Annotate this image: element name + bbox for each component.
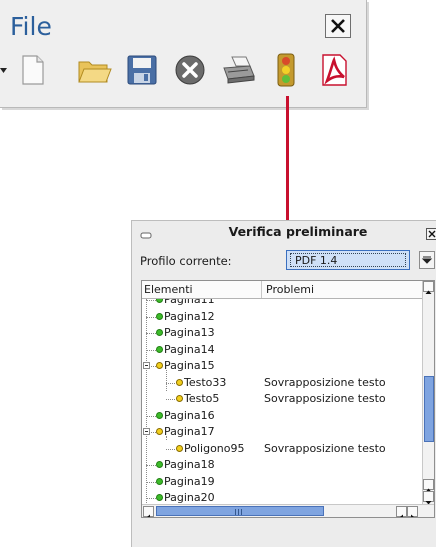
grip-line	[241, 509, 242, 515]
horizontal-scrollbar[interactable]	[142, 504, 434, 517]
tree-item-page[interactable]: Pagina17	[142, 424, 422, 440]
scroll-up-icon[interactable]	[423, 281, 434, 294]
tree-item-label: Pagina15	[164, 359, 215, 372]
tree-item-label: Pagina20	[164, 491, 215, 504]
status-ok-icon	[156, 411, 163, 419]
save-disk-icon[interactable]	[124, 52, 160, 88]
status-ok-icon	[156, 329, 163, 336]
tree-item-element[interactable]: Testo5 Sovrapposizione testo	[142, 391, 422, 407]
tree-item-page[interactable]: Pagina16	[142, 408, 422, 424]
tree-item-page[interactable]: Pagina14	[142, 342, 422, 358]
tree-item-page[interactable]: Pagina13	[142, 325, 422, 341]
tree-line	[146, 300, 156, 301]
tree-line	[166, 448, 175, 450]
scroll-up-icon[interactable]	[423, 479, 434, 492]
preflight-dialog: Verifica preliminare Profilo corrente: P…	[131, 220, 436, 547]
printer-icon[interactable]	[220, 52, 256, 88]
tree-line	[146, 465, 156, 466]
dialog-titlebar[interactable]: Verifica preliminare	[132, 221, 436, 243]
status-ok-icon	[156, 299, 163, 303]
tree-item-page[interactable]: Pagina11	[142, 299, 422, 308]
profile-select[interactable]: PDF 1.4	[286, 250, 410, 270]
connector-line	[286, 96, 289, 224]
tree-item-label: Pagina17	[164, 425, 215, 438]
traffic-light-icon[interactable]	[268, 52, 304, 88]
scroll-left-icon[interactable]	[143, 506, 154, 517]
tree-header: Elementi Problemi	[142, 281, 422, 299]
tree-item-element[interactable]: Testo33 Sovrapposizione testo	[142, 375, 422, 391]
new-document-icon[interactable]	[14, 52, 50, 88]
tree-item-page[interactable]: Pagina12	[142, 309, 422, 325]
grip-line	[235, 509, 236, 515]
tree-line	[146, 481, 156, 483]
status-warning-icon	[156, 362, 163, 369]
tree-line	[166, 436, 167, 440]
status-warning-icon	[176, 378, 183, 386]
tree-line	[166, 399, 175, 400]
status-warning-icon	[156, 428, 163, 435]
dialog-title: Verifica preliminare	[228, 224, 368, 239]
tree-item-page[interactable]: Pagina15	[142, 358, 422, 374]
vertical-scroll-thumb[interactable]	[424, 376, 434, 442]
dropdown-arrow-icon[interactable]	[0, 52, 12, 88]
grip-line	[238, 509, 239, 515]
tree-line	[146, 316, 156, 318]
status-ok-icon	[156, 312, 163, 320]
tree-line	[146, 415, 156, 417]
scroll-down-icon[interactable]	[423, 491, 434, 505]
vertical-scrollbar[interactable]	[422, 281, 434, 505]
close-icon[interactable]	[325, 14, 351, 38]
tree-item-label: Pagina13	[164, 326, 215, 339]
profile-label: Profilo corrente:	[140, 254, 232, 268]
tree-item-page[interactable]: Pagina20	[142, 490, 422, 505]
status-ok-icon	[156, 477, 163, 485]
scroll-right-icon[interactable]	[407, 506, 418, 517]
tree-line	[146, 349, 156, 351]
tree-item-page[interactable]: Pagina18	[142, 457, 422, 473]
tree-item-problem: Sovrapposizione testo	[264, 441, 386, 455]
tree-item-label: Pagina14	[164, 342, 215, 356]
tree-item-page[interactable]: Pagina19	[142, 474, 422, 490]
minimize-icon[interactable]	[140, 225, 152, 239]
tree-item-problem: Sovrapposizione testo	[264, 375, 386, 389]
open-folder-icon[interactable]	[76, 52, 112, 88]
tree-item-element[interactable]: Poligono95 Sovrapposizione testo	[142, 441, 422, 457]
status-ok-icon	[156, 345, 163, 353]
tree-rows: Pagina11 Pagina12 Pagina13 Pagina14 Pagina15…	[142, 299, 422, 505]
tree-item-label: Pagina11	[164, 299, 215, 306]
file-toolbar: File	[0, 0, 367, 108]
tree-item-label: Pagina19	[164, 474, 215, 488]
close-circle-icon[interactable]	[172, 52, 208, 88]
status-warning-icon	[176, 395, 183, 402]
collapse-toggle-icon[interactable]	[143, 428, 150, 435]
tree-item-label: Testo5	[184, 392, 220, 405]
screen: File Verifica preliminare Profilo corren…	[0, 0, 436, 547]
tree-item-problem: Sovrapposizione testo	[264, 392, 386, 405]
scroll-left-icon[interactable]	[396, 506, 407, 517]
profile-select-value: PDF 1.4	[290, 253, 406, 267]
pdf-export-icon[interactable]	[316, 52, 352, 88]
tree-line	[146, 333, 156, 334]
tree-item-label: Pagina12	[164, 309, 215, 323]
preflight-tree[interactable]: Elementi Problemi Pagina11 Pagina12 Pagina…	[141, 280, 435, 518]
horizontal-scroll-thumb[interactable]	[156, 506, 324, 516]
close-icon[interactable]	[426, 225, 436, 240]
tree-item-label: Poligono95	[184, 441, 245, 455]
column-divider[interactable]	[261, 281, 262, 298]
status-ok-icon	[156, 494, 163, 501]
tree-item-label: Testo33	[184, 375, 227, 389]
tree-line	[166, 382, 175, 384]
collapse-toggle-icon[interactable]	[143, 362, 150, 369]
status-ok-icon	[156, 461, 163, 468]
column-header-elements[interactable]: Elementi	[144, 283, 193, 296]
column-header-problems[interactable]: Problemi	[266, 283, 314, 296]
chevron-down-icon[interactable]	[419, 251, 435, 269]
tree-item-label: Pagina16	[164, 408, 215, 422]
status-warning-icon	[176, 444, 183, 452]
tree-line	[146, 498, 156, 499]
toolbar-title: File	[10, 12, 52, 41]
tree-item-label: Pagina18	[164, 458, 215, 471]
